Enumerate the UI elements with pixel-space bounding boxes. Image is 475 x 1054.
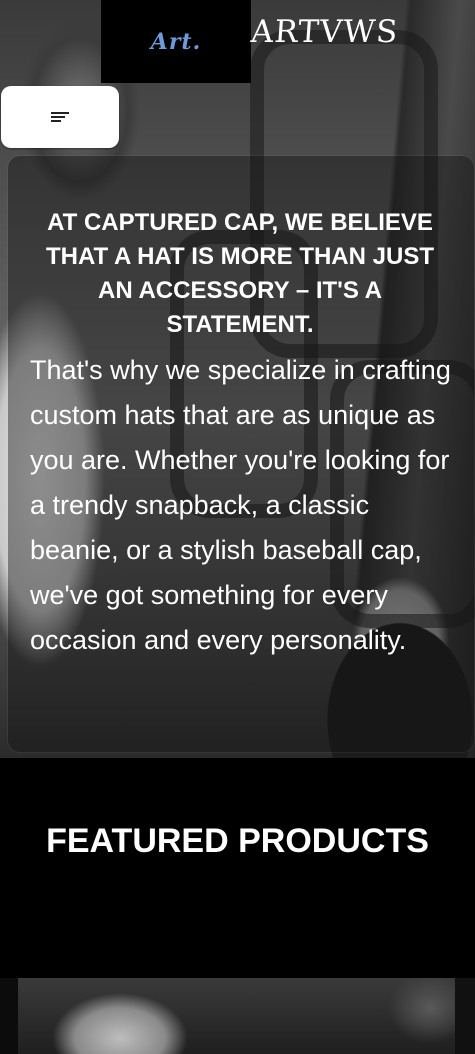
product-photo — [0, 978, 475, 1054]
menu-button[interactable] — [1, 86, 119, 148]
hamburger-menu-icon — [51, 111, 69, 123]
logo[interactable]: Art. — [101, 0, 251, 83]
featured-products-section — [0, 758, 475, 978]
intro-heading: AT CAPTURED CAP, WE BELIEVE THAT A HAT I… — [46, 209, 434, 338]
brand-name[interactable]: ARTVWS — [250, 14, 400, 50]
intro-body-text: That's why we specialize in crafting cus… — [30, 355, 451, 655]
featured-products-title: FEATURED PRODUCTS — [46, 822, 429, 860]
logo-mark: Art. — [150, 28, 202, 55]
